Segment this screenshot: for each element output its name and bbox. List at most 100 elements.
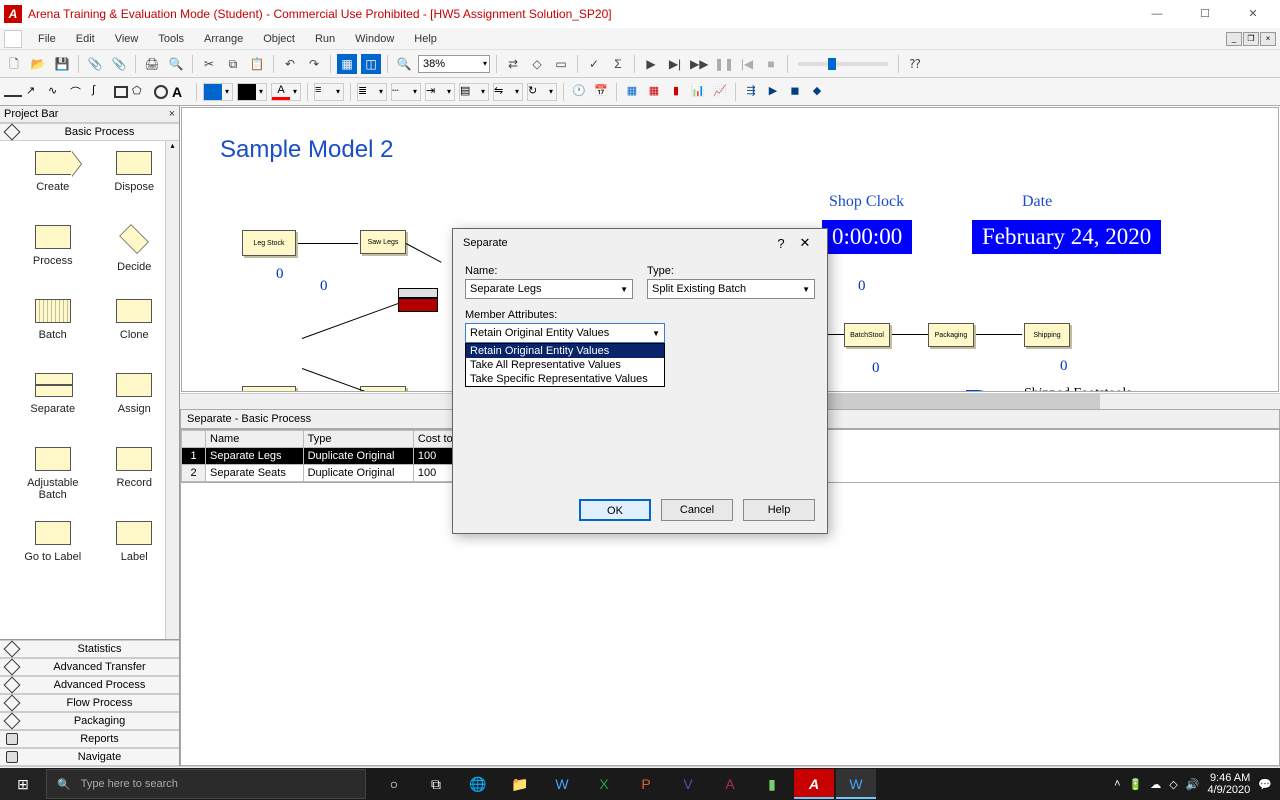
- ellipse-tool[interactable]: [154, 85, 168, 99]
- menu-edit[interactable]: Edit: [66, 33, 105, 45]
- attach-button[interactable]: 📎: [85, 54, 105, 74]
- zoom-combo[interactable]: 38%: [418, 55, 490, 73]
- dialog-titlebar[interactable]: Separate ? ✕: [453, 229, 827, 257]
- menu-view[interactable]: View: [105, 33, 149, 45]
- taskbar-search[interactable]: 🔍 Type here to search: [46, 769, 366, 799]
- variable-icon[interactable]: ▦: [623, 83, 641, 101]
- cortana-icon[interactable]: ○: [374, 769, 414, 799]
- submodel-button[interactable]: ▭: [551, 54, 571, 74]
- copy-button[interactable]: ⧉: [223, 54, 243, 74]
- detach-button[interactable]: 📎: [109, 54, 129, 74]
- option-takeall[interactable]: Take All Representative Values: [466, 358, 664, 372]
- print-button[interactable]: 🖨: [142, 54, 162, 74]
- arc-tool[interactable]: [70, 84, 88, 100]
- step-button[interactable]: ▶|: [665, 54, 685, 74]
- cat-flowprocess[interactable]: Flow Process: [0, 694, 179, 712]
- chrome-icon[interactable]: 🌐: [458, 769, 498, 799]
- dash-style-button[interactable]: ┄▾: [391, 83, 421, 101]
- block-leg-stock[interactable]: Leg Stock: [242, 230, 296, 256]
- shape-separate[interactable]: Separate: [12, 367, 94, 441]
- shape-gotolabel[interactable]: Go to Label: [12, 515, 94, 589]
- cut-button[interactable]: ✂: [199, 54, 219, 74]
- text-tool[interactable]: [172, 84, 190, 100]
- shape-create[interactable]: Create: [12, 145, 94, 219]
- help-button[interactable]: Help: [743, 499, 815, 521]
- menu-arrange[interactable]: Arrange: [194, 33, 253, 45]
- name-combo[interactable]: Separate Legs▼: [465, 279, 633, 299]
- menu-run[interactable]: Run: [305, 33, 345, 45]
- block-seat-stock[interactable]: Seat Stock: [242, 386, 296, 392]
- access-icon[interactable]: A: [710, 769, 750, 799]
- shape-adjbatch[interactable]: Adjustable Batch: [12, 441, 94, 515]
- shape-decide[interactable]: Decide: [94, 219, 176, 293]
- go-button[interactable]: ▶: [641, 54, 661, 74]
- date-icon[interactable]: 📅: [592, 83, 610, 101]
- cat-reports[interactable]: Reports: [0, 730, 179, 748]
- mdi-close[interactable]: ×: [1260, 32, 1276, 46]
- menu-help[interactable]: Help: [404, 33, 447, 45]
- shape-batch[interactable]: Batch: [12, 293, 94, 367]
- fastforward-button[interactable]: ▶▶: [689, 54, 709, 74]
- check-button[interactable]: ✓: [584, 54, 604, 74]
- zoom-tool[interactable]: 🔍: [394, 54, 414, 74]
- polyline-tool[interactable]: [48, 84, 66, 100]
- cat-packaging[interactable]: Packaging: [0, 712, 179, 730]
- toggle-layers[interactable]: ▦: [337, 54, 357, 74]
- animate-global-icon[interactable]: ◼: [786, 83, 804, 101]
- rect-tool[interactable]: [114, 86, 128, 98]
- cat-navigate[interactable]: Navigate: [0, 748, 179, 766]
- line-color-button[interactable]: ▾: [237, 83, 267, 101]
- connect-button[interactable]: ⇄: [503, 54, 523, 74]
- shape-process[interactable]: Process: [12, 219, 94, 293]
- save-button[interactable]: 💾: [52, 54, 72, 74]
- shape-assign[interactable]: Assign: [94, 367, 176, 441]
- flip-button[interactable]: ⇋▾: [493, 83, 523, 101]
- project-bar-close[interactable]: ×: [169, 108, 175, 120]
- arrow-tool[interactable]: [26, 84, 44, 100]
- cat-advtransfer[interactable]: Advanced Transfer: [0, 658, 179, 676]
- block-packaging[interactable]: Packaging: [928, 323, 974, 347]
- block-saw-seats[interactable]: Saw Seats: [360, 386, 406, 392]
- open-button[interactable]: 📂: [28, 54, 48, 74]
- menu-object[interactable]: Object: [253, 33, 305, 45]
- block-shipping[interactable]: Shipping: [1024, 323, 1070, 347]
- shape-record[interactable]: Record: [94, 441, 176, 515]
- maximize-button[interactable]: ☐: [1190, 4, 1220, 24]
- explorer-icon[interactable]: 📁: [500, 769, 540, 799]
- menu-file[interactable]: File: [28, 33, 66, 45]
- line-style-button[interactable]: ≡▾: [314, 83, 344, 101]
- cat-advprocess[interactable]: Advanced Process: [0, 676, 179, 694]
- cat-basic-process[interactable]: Basic Process: [0, 123, 179, 141]
- start-over-button[interactable]: |◀: [737, 54, 757, 74]
- powerpoint-icon[interactable]: P: [626, 769, 666, 799]
- tray-clock[interactable]: 9:46 AM 4/9/2020: [1207, 772, 1250, 796]
- member-combo[interactable]: Retain Original Entity Values▼: [465, 323, 665, 343]
- stop-button[interactable]: ■: [761, 54, 781, 74]
- mdi-minimize[interactable]: _: [1226, 32, 1242, 46]
- block-batchstool[interactable]: BatchStool: [844, 323, 890, 347]
- preview-button[interactable]: 🔍: [166, 54, 186, 74]
- arena-icon[interactable]: A: [794, 769, 834, 799]
- animate-queue-icon[interactable]: ⇶: [742, 83, 760, 101]
- tray-dropbox-icon[interactable]: ◇: [1169, 778, 1177, 791]
- line-weight-button[interactable]: ≣▾: [357, 83, 387, 101]
- col-type[interactable]: Type: [303, 430, 413, 447]
- speed-slider[interactable]: [798, 62, 888, 66]
- visio-icon[interactable]: V: [668, 769, 708, 799]
- new-button[interactable]: 🗋: [4, 54, 24, 74]
- line-tool[interactable]: [4, 95, 22, 97]
- word-icon[interactable]: W: [542, 769, 582, 799]
- redo-button[interactable]: ↷: [304, 54, 324, 74]
- tray-volume-icon[interactable]: 🔊: [1186, 778, 1200, 791]
- shapes-scrollbar[interactable]: [165, 141, 179, 639]
- start-button[interactable]: ⊞: [0, 768, 46, 800]
- block-saw-legs[interactable]: Saw Legs: [360, 230, 406, 254]
- dialog-help-icon[interactable]: ?: [769, 236, 793, 251]
- undo-button[interactable]: ↶: [280, 54, 300, 74]
- shape-label[interactable]: Label: [94, 515, 176, 589]
- tray-cloud-icon[interactable]: ☁: [1150, 778, 1161, 791]
- notifications-icon[interactable]: 💬: [1258, 778, 1272, 791]
- cancel-button[interactable]: Cancel: [661, 499, 733, 521]
- toggle-split[interactable]: ◫: [361, 54, 381, 74]
- menu-window[interactable]: Window: [345, 33, 404, 45]
